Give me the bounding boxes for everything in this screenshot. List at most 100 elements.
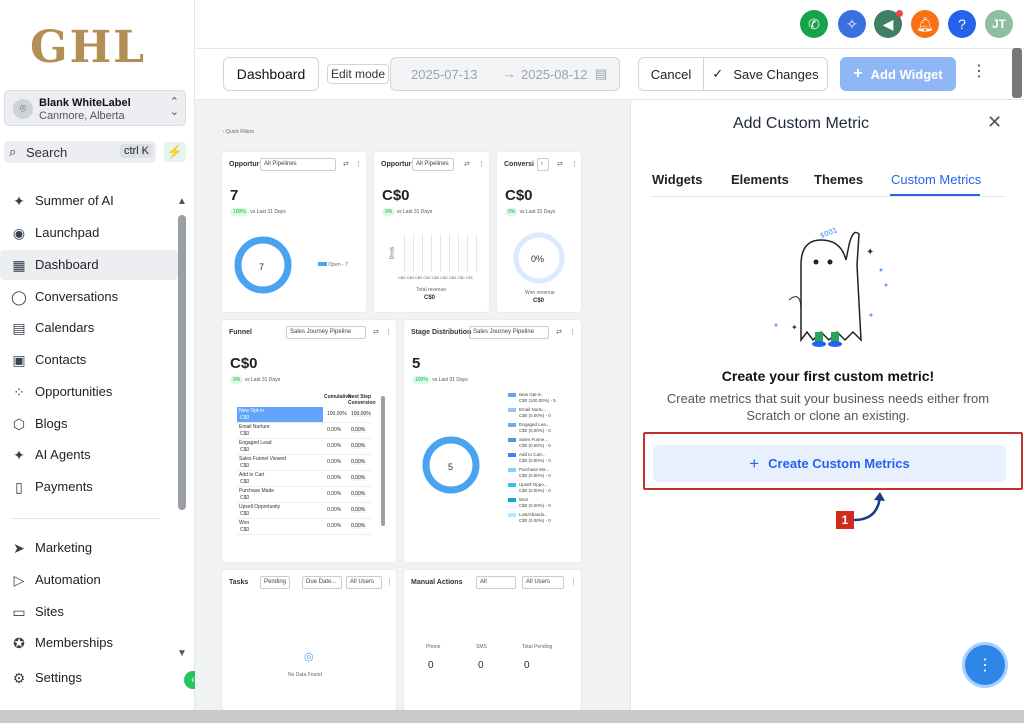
add-widget-label: Add Widget: [870, 66, 943, 82]
sidebar-item-blogs[interactable]: ⬡ Blogs: [0, 409, 178, 439]
check-icon: ✓: [712, 66, 724, 81]
send-icon: ➤: [13, 539, 25, 556]
card-menu-icon[interactable]: ⋮: [570, 578, 577, 586]
tab-themes[interactable]: Themes: [814, 172, 863, 187]
card-menu-icon[interactable]: ⋮: [355, 160, 362, 168]
manual-actions-card[interactable]: Manual Actions All All Users ⋮ Phone SMS…: [404, 570, 581, 710]
sidebar-item-contacts[interactable]: ▣ Contacts: [0, 345, 178, 375]
card-menu-icon[interactable]: ⋮: [386, 578, 393, 586]
save-changes-button[interactable]: ✓ Save Changes: [703, 57, 828, 91]
chat-bubble-icon: ◯: [11, 288, 27, 305]
sidebar-item-summer-of-ai[interactable]: ✦ Summer of AI: [0, 186, 178, 216]
pipeline-select[interactable]: Sales Journey Pipeline: [286, 326, 366, 339]
curved-arrow-icon: [853, 492, 885, 522]
stage-legend: New Opt-in C$0 (100.00%) - 5 Email Nurtu..…: [508, 392, 578, 527]
type-select[interactable]: All: [476, 576, 516, 589]
sidebar-search[interactable]: ⌕ Search ctrl K: [4, 141, 156, 163]
status-select[interactable]: Pending: [260, 576, 290, 589]
funnel-scrollbar[interactable]: [381, 396, 385, 526]
date-to: 2025-08-12: [521, 67, 588, 82]
sidebar-item-launchpad[interactable]: ◉ Launchpad: [0, 218, 178, 248]
dashboard-selector[interactable]: Dashboard: [223, 57, 319, 91]
users-select[interactable]: All Users: [522, 576, 564, 589]
sidebar-item-sites[interactable]: ▭ Sites: [0, 597, 178, 627]
sidebar-item-automation[interactable]: ▷ Automation: [0, 565, 178, 595]
legend-item: Lost/Abando... C$0 (0.00%) - 0: [508, 512, 578, 527]
add-widget-button[interactable]: + Add Widget: [840, 57, 956, 91]
card-menu-icon[interactable]: ⋮: [569, 328, 576, 336]
sidebar-item-memberships[interactable]: ✪ Memberships: [0, 628, 178, 658]
funnel-card[interactable]: Funnel Sales Journey Pipeline ⇄ ⋮ C$0 0%…: [222, 320, 396, 562]
user-avatar[interactable]: JT: [985, 10, 1013, 38]
card-menu-icon[interactable]: ⋮: [478, 160, 485, 168]
sidebar-divider: [10, 518, 160, 519]
card-menu-icon[interactable]: ⋮: [385, 328, 392, 336]
calendar-icon: ▤: [12, 319, 26, 336]
sidebar-item-marketing[interactable]: ➤ Marketing: [0, 533, 178, 563]
swap-icon[interactable]: ⇄: [557, 160, 563, 168]
account-switcher[interactable]: ⌾ Blank WhiteLabel Canmore, Alberta ⌃ ⌄: [4, 90, 186, 126]
tab-widgets[interactable]: Widgets: [652, 172, 702, 187]
funnel-row: Engaged Lead C$0 0.00% 0.00%: [237, 439, 371, 455]
conversion-card[interactable]: Conversi ‹ ⇄ ⋮ C$0 0% vs Last 31 Days 0%…: [497, 152, 581, 312]
swap-icon[interactable]: ⇄: [373, 328, 379, 336]
due-date-select[interactable]: Due Date...: [302, 576, 342, 589]
sparkle-icon: ✦: [13, 446, 25, 463]
lightning-bolt-icon[interactable]: ⚡: [164, 142, 186, 162]
brand-logo[interactable]: GHL: [30, 22, 146, 73]
magic-wand-icon[interactable]: ✧: [838, 10, 866, 38]
sidebar-item-dashboard[interactable]: ▦ Dashboard: [0, 250, 178, 280]
dashboard-canvas: ‹ Quick Filters Opportur All Pipelines ⇄…: [195, 100, 630, 710]
cancel-button[interactable]: Cancel: [638, 57, 704, 91]
tasks-card[interactable]: Tasks Pending Due Date... All Users ⋮ ◎ …: [222, 570, 396, 710]
quick-filters-link[interactable]: ‹ Quick Filters: [223, 129, 254, 135]
sidebar-item-calendars[interactable]: ▤ Calendars: [0, 313, 178, 343]
legend-item: Add to Cart... C$0 (0.00%) - 0: [508, 452, 578, 467]
active-tab-indicator: [890, 194, 980, 196]
page-scrollbar[interactable]: [1012, 48, 1022, 98]
stage-distribution-card[interactable]: Stage Distribution Sales Journey Pipelin…: [404, 320, 581, 562]
scroll-up-icon[interactable]: ▲: [177, 196, 187, 207]
edit-mode-badge[interactable]: Edit mode: [327, 64, 389, 84]
funnel-row: Add to Cart C$0 0.00% 0.00%: [237, 471, 371, 487]
sidebar-item-payments[interactable]: ▯ Payments: [0, 472, 178, 502]
sidebar-item-ai-agents[interactable]: ✦ AI Agents: [0, 440, 178, 470]
contact-card-icon: ▣: [12, 351, 26, 368]
sidebar-scrollbar[interactable]: [178, 215, 186, 510]
pipeline-select[interactable]: ‹: [537, 158, 549, 171]
swap-icon[interactable]: ⇄: [464, 160, 470, 168]
tab-custom-metrics[interactable]: Custom Metrics: [891, 172, 981, 187]
pipeline-select[interactable]: All Pipelines: [412, 158, 454, 171]
opportunities-revenue-card[interactable]: Opportur All Pipelines ⇄ ⋮ C$0 0% vs Las…: [374, 152, 489, 312]
more-options-icon[interactable]: ⋮: [971, 61, 987, 81]
swap-icon[interactable]: ⇄: [556, 328, 562, 336]
play-circle-icon: ▷: [13, 571, 25, 588]
opportunities-count-card[interactable]: Opportur All Pipelines ⇄ ⋮ 7 100% vs Las…: [222, 152, 366, 312]
sidebar-item-settings[interactable]: ⚙ Settings: [0, 663, 178, 693]
rocket-icon: ◉: [12, 224, 26, 241]
svg-text:✦: ✦: [866, 247, 874, 258]
sidebar-item-conversations[interactable]: ◯ Conversations: [0, 282, 178, 312]
close-icon[interactable]: ✕: [987, 112, 1002, 133]
funnel-table: New Opt-in C$0 100.00% 100.00% Email Nurture…: [237, 407, 371, 535]
sidebar-item-opportunities[interactable]: ⁘ Opportunities: [0, 377, 178, 407]
search-icon: ⌕: [9, 144, 17, 159]
legend-item: Won C$0 (0.00%) - 0: [508, 497, 578, 512]
swap-icon[interactable]: ⇄: [343, 160, 349, 168]
pipeline-select[interactable]: Sales Journey Pipeline: [469, 326, 549, 339]
pipeline-select[interactable]: All Pipelines: [260, 158, 336, 171]
scroll-down-icon[interactable]: ▼: [177, 648, 187, 659]
bell-icon[interactable]: 🔔︎: [911, 10, 939, 38]
funnel-row: New Opt-in C$0 100.00% 100.00%: [237, 407, 371, 423]
phone-icon[interactable]: ✆: [800, 10, 828, 38]
chat-support-button[interactable]: ⋮: [962, 642, 1008, 688]
users-select[interactable]: All Users: [346, 576, 382, 589]
date-from: 2025-07-13: [411, 67, 478, 82]
create-custom-metrics-button[interactable]: + Create Custom Metrics: [653, 445, 1006, 482]
help-icon[interactable]: ?: [948, 10, 976, 38]
date-range-picker[interactable]: 2025-07-13 → 2025-08-12 ▤: [390, 57, 620, 91]
tab-elements[interactable]: Elements: [731, 172, 789, 187]
empty-state-heading: Create your first custom metric!: [721, 368, 935, 384]
box-icon: ⬡: [12, 415, 26, 432]
card-menu-icon[interactable]: ⋮: [571, 160, 578, 168]
